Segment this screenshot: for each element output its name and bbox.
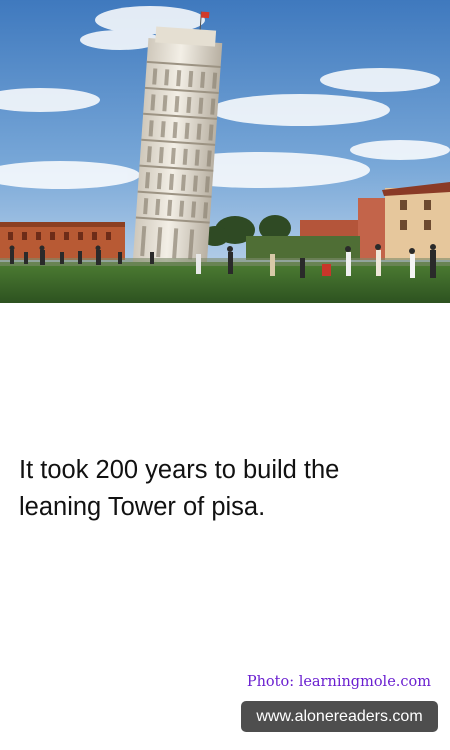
flag: [200, 11, 210, 19]
photo-credit: Photo: learningmole.com: [246, 674, 431, 690]
leaning-tower-photo: [0, 0, 450, 303]
lawn: [0, 262, 450, 303]
fact-caption: It took 200 years to build the leaning T…: [19, 452, 439, 526]
site-badge: www.alonereaders.com: [241, 701, 438, 732]
caption-line-2: leaning Tower of pisa.: [19, 493, 266, 521]
caption-line-1: It took 200 years to build the: [19, 456, 340, 484]
